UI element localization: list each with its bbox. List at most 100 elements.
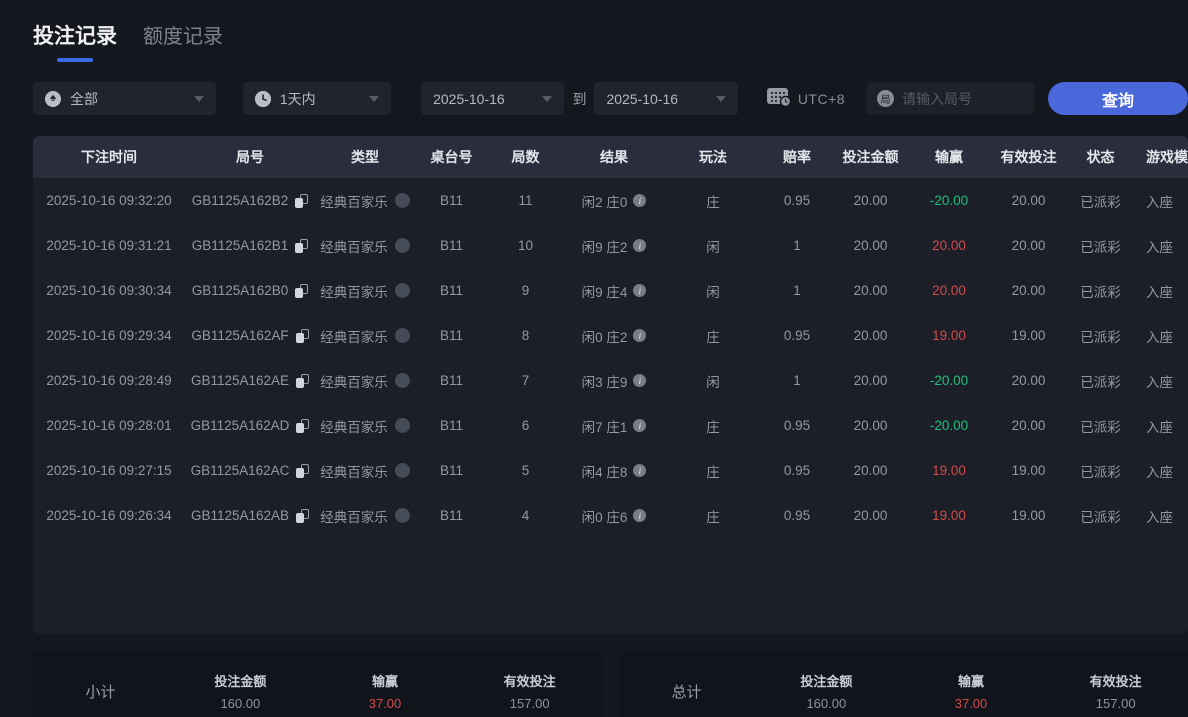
info-icon[interactable]: i	[633, 239, 647, 252]
table-row[interactable]: 2025-10-16 09:29:34 GB1125A162AF 经典百家乐 B…	[33, 313, 1188, 358]
copy-icon[interactable]	[296, 508, 310, 523]
cell-play: 庄	[706, 464, 720, 480]
cell-status: 已派彩	[1080, 284, 1121, 300]
cell-play: 闲	[706, 284, 720, 300]
copy-icon[interactable]	[296, 463, 310, 478]
info-icon[interactable]: i	[633, 419, 647, 432]
cell-play: 庄	[706, 419, 720, 435]
table-row[interactable]: 2025-10-16 09:26:34 GB1125A162AB 经典百家乐 B…	[33, 493, 1188, 538]
game-logo-icon	[394, 238, 410, 253]
cell-valid: 20.00	[1011, 283, 1046, 298]
table-row[interactable]: 2025-10-16 09:28:49 GB1125A162AE 经典百家乐 B…	[33, 358, 1188, 403]
column-header-table-no: 桌台号	[430, 149, 473, 165]
info-icon[interactable]: i	[633, 194, 647, 207]
column-header-result: 结果	[600, 149, 628, 165]
cell-bet: 20.00	[853, 463, 888, 478]
round-id-text: GB1125A162B0	[191, 283, 289, 298]
timezone-display[interactable]: UTC+8	[766, 86, 845, 112]
cell-round-num: 9	[521, 283, 530, 298]
cell-table-no: B11	[439, 283, 464, 298]
game-type-text: 经典百家乐	[320, 239, 388, 255]
column-header-winloss: 输赢	[935, 149, 963, 165]
cell-play: 庄	[706, 329, 720, 345]
table-row[interactable]: 2025-10-16 09:32:20 GB1125A162B2 经典百家乐 B…	[33, 178, 1188, 223]
calendar-clock-icon	[766, 86, 792, 112]
round-id-input[interactable]	[902, 90, 1025, 107]
subtotal-bet-value: 160.00	[220, 696, 261, 711]
round-id-text: GB1125A162AF	[191, 328, 289, 343]
query-button[interactable]: 查询	[1048, 82, 1188, 115]
cell-bet: 20.00	[853, 193, 888, 208]
copy-icon[interactable]	[296, 373, 310, 388]
info-icon[interactable]: i	[633, 329, 647, 342]
info-icon[interactable]: i	[633, 509, 647, 522]
table-row[interactable]: 2025-10-16 09:31:21 GB1125A162B1 经典百家乐 B…	[33, 223, 1188, 268]
cell-bet: 20.00	[853, 418, 888, 433]
cell-time: 2025-10-16 09:27:15	[46, 463, 172, 478]
cell-round-num: 5	[521, 463, 530, 478]
copy-icon[interactable]	[295, 328, 309, 343]
tab-bet-records[interactable]: 投注记录	[33, 20, 117, 62]
cell-time: 2025-10-16 09:30:34	[46, 283, 172, 298]
game-type-select[interactable]: ♠ 全部	[33, 82, 216, 115]
table-row[interactable]: 2025-10-16 09:30:34 GB1125A162B0 经典百家乐 B…	[33, 268, 1188, 313]
game-logo-icon	[394, 193, 410, 208]
tab-quota-records[interactable]: 额度记录	[143, 20, 223, 49]
cell-table-no: B11	[439, 238, 464, 253]
copy-icon[interactable]	[295, 193, 309, 208]
chevron-down-icon	[193, 95, 204, 102]
total-valid-value: 157.00	[1095, 696, 1136, 711]
time-range-value: 1天内	[279, 90, 316, 107]
round-id-text: GB1125A162B2	[191, 193, 289, 208]
clock-icon	[254, 90, 271, 107]
round-id-search[interactable]: 局	[867, 82, 1035, 115]
subtotal-valid: 有效投注 157.00	[457, 671, 602, 711]
cell-round-num: 6	[521, 418, 530, 433]
tab-bet-records-label: 投注记录	[33, 25, 117, 48]
copy-icon[interactable]	[296, 418, 310, 433]
cell-winloss: 19.00	[932, 463, 966, 478]
result-text: 闲9 庄4	[581, 284, 628, 300]
total-valid-label: 有效投注	[1089, 674, 1142, 689]
cell-winloss: 19.00	[932, 328, 966, 343]
date-from-select[interactable]: 2025-10-16	[421, 82, 565, 115]
round-id-text: GB1125A162B1	[191, 238, 289, 253]
subtotal-valid-label: 有效投注	[503, 674, 556, 689]
cell-winloss: -20.00	[929, 373, 969, 388]
time-range-select[interactable]: 1天内	[242, 82, 392, 115]
subtotal-bet-label: 投注金额	[214, 674, 267, 689]
cell-type: 经典百家乐	[315, 493, 415, 538]
column-header-bet: 投注金额	[842, 149, 899, 165]
cell-odds: 1	[793, 373, 801, 388]
copy-icon[interactable]	[295, 238, 309, 253]
result-text: 闲3 庄9	[581, 374, 628, 390]
cell-result: 闲3 庄9 i	[563, 358, 665, 403]
subtotal-title: 小计	[85, 683, 116, 701]
copy-icon[interactable]	[295, 283, 309, 298]
total-winloss-label: 输赢	[958, 674, 985, 689]
column-header-mode: 游戏模式	[1146, 149, 1188, 165]
cell-valid: 19.00	[1011, 328, 1046, 343]
date-to-select[interactable]: 2025-10-16	[594, 82, 738, 115]
subtotal-panel: 小计 投注金额 160.00 输赢 37.00 有效投注 157.00	[33, 651, 602, 717]
cell-mode: 入座	[1146, 509, 1173, 525]
cell-round-id: GB1125A162B1	[185, 223, 315, 268]
cell-round-num: 7	[521, 373, 530, 388]
table-row[interactable]: 2025-10-16 09:27:15 GB1125A162AC 经典百家乐 B…	[33, 448, 1188, 493]
result-text: 闲4 庄8	[581, 464, 628, 480]
column-header-type: 类型	[351, 149, 379, 165]
info-icon[interactable]: i	[633, 464, 647, 477]
cell-bet: 20.00	[853, 508, 888, 523]
cell-valid: 19.00	[1011, 508, 1046, 523]
table-row[interactable]: 2025-10-16 09:28:01 GB1125A162AD 经典百家乐 B…	[33, 403, 1188, 448]
cell-table-no: B11	[439, 463, 464, 478]
cell-winloss: -20.00	[929, 418, 969, 433]
cell-winloss: 19.00	[932, 508, 966, 523]
info-icon[interactable]: i	[633, 374, 647, 387]
spade-icon: ♠	[45, 90, 61, 107]
cell-round-num: 4	[521, 508, 530, 523]
round-id-text: GB1125A162AC	[190, 463, 290, 478]
info-icon[interactable]: i	[633, 284, 647, 297]
cell-status: 已派彩	[1080, 329, 1121, 345]
game-logo-icon	[394, 328, 410, 343]
